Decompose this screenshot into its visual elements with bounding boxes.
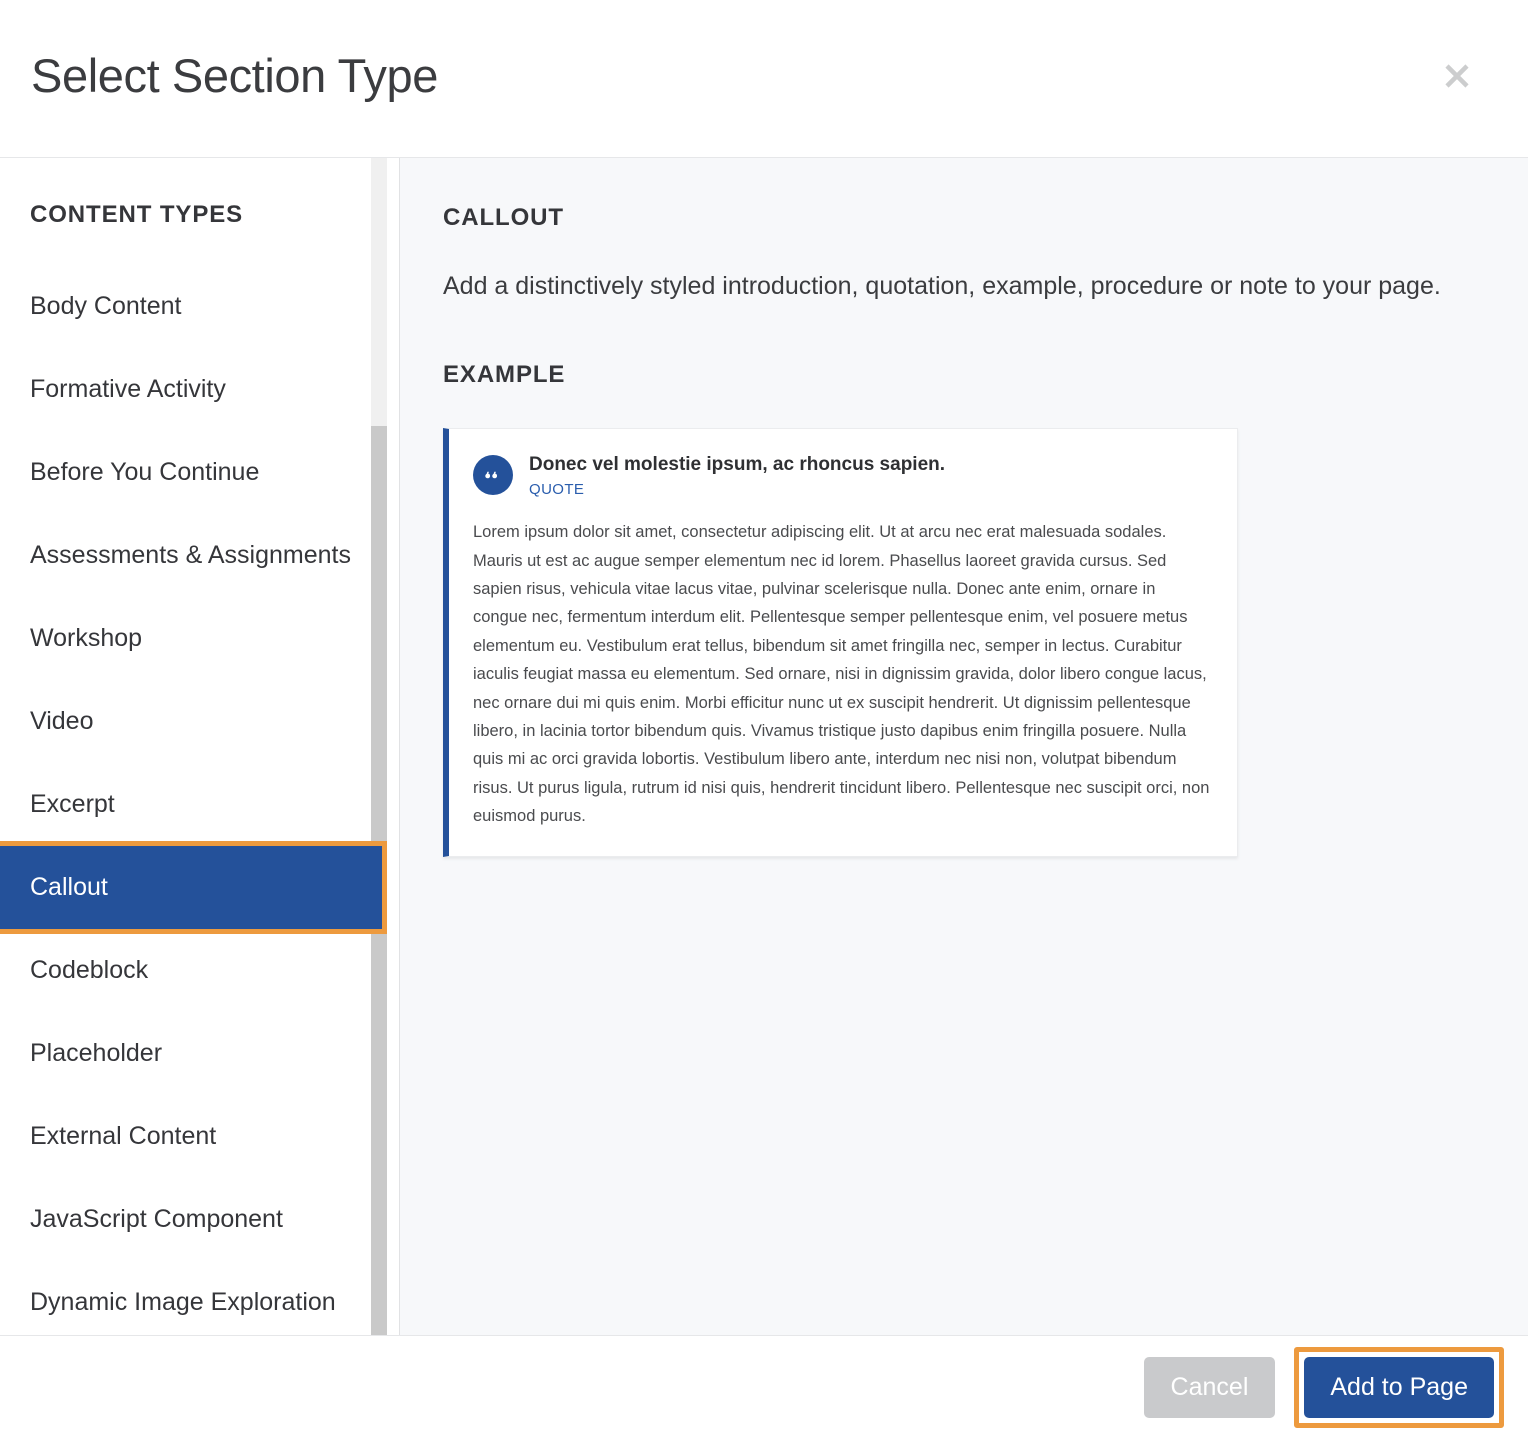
sidebar-item-body-content[interactable]: Body Content	[0, 265, 399, 348]
callout-card-header: Donec vel molestie ipsum, ac rhoncus sap…	[473, 451, 1211, 499]
callout-body-text: Lorem ipsum dolor sit amet, consectetur …	[473, 523, 1210, 825]
add-to-page-button[interactable]: Add to Page	[1304, 1356, 1494, 1418]
content-type-list: Body Content Formative Activity Before Y…	[0, 229, 399, 1335]
sidebar-item-placeholder[interactable]: Placeholder	[0, 1012, 399, 1095]
select-section-type-dialog: Select Section Type CONTENT TYPES Body C…	[0, 0, 1528, 1438]
sidebar-item-label: Before You Continue	[30, 458, 260, 486]
sidebar-item-label: External Content	[30, 1122, 217, 1150]
sidebar-item-label: Dynamic Image Exploration	[30, 1288, 336, 1316]
sidebar-item-label: Callout	[30, 873, 108, 901]
sidebar-item-excerpt[interactable]: Excerpt	[0, 763, 399, 846]
sidebar-item-callout[interactable]: Callout	[0, 841, 387, 934]
page-title: Select Section Type	[31, 48, 438, 102]
callout-card-titles: Donec vel molestie ipsum, ac rhoncus sap…	[529, 451, 945, 499]
sidebar-item-label: Body Content	[30, 292, 182, 320]
dialog-header: Select Section Type	[0, 0, 1528, 158]
dialog-body: CONTENT TYPES Body Content Formative Act…	[0, 158, 1528, 1336]
sidebar-item-label: Codeblock	[30, 956, 149, 984]
sidebar-item-javascript-component[interactable]: JavaScript Component	[0, 1178, 399, 1261]
sidebar-item-codeblock[interactable]: Codeblock	[0, 929, 399, 1012]
detail-description: Add a distinctively styled introduction,…	[443, 272, 1441, 300]
callout-example-card: Donec vel molestie ipsum, ac rhoncus sap…	[443, 427, 1238, 858]
detail-heading: CALLOUT	[443, 204, 564, 231]
callout-kicker: QUOTE	[529, 481, 585, 499]
example-heading: EXAMPLE	[443, 360, 566, 388]
sidebar-item-label: JavaScript Component	[30, 1205, 283, 1233]
sidebar-item-external-content[interactable]: External Content	[0, 1095, 399, 1178]
callout-title: Donec vel molestie ipsum, ac rhoncus sap…	[529, 453, 946, 475]
sidebar-item-label: Excerpt	[30, 790, 115, 818]
sidebar-item-assessments-assignments[interactable]: Assessments & Assignments	[0, 514, 399, 597]
section-type-detail-panel: CALLOUT Add a distinctively styled intro…	[400, 158, 1528, 1335]
sidebar-item-label: Formative Activity	[30, 375, 226, 403]
quote-icon-glyph	[485, 470, 498, 478]
sidebar-item-label: Video	[30, 707, 94, 735]
sidebar-item-workshop[interactable]: Workshop	[0, 597, 399, 680]
close-icon-glyph	[1445, 63, 1469, 88]
close-icon[interactable]	[1434, 53, 1480, 99]
sidebar-item-label: Assessments & Assignments	[30, 541, 351, 569]
content-types-sidebar: CONTENT TYPES Body Content Formative Act…	[0, 158, 400, 1335]
quote-icon	[473, 454, 513, 495]
cancel-button[interactable]: Cancel	[1143, 1356, 1276, 1418]
sidebar-item-label: Placeholder	[30, 1039, 163, 1067]
sidebar-item-label: Workshop	[30, 624, 143, 652]
add-to-page-highlight: Add to Page	[1294, 1346, 1504, 1428]
sidebar-item-before-you-continue[interactable]: Before You Continue	[0, 431, 399, 514]
dialog-footer: Cancel Add to Page	[0, 1336, 1528, 1438]
sidebar-item-formative-activity[interactable]: Formative Activity	[0, 348, 399, 431]
sidebar-heading: CONTENT TYPES	[30, 201, 244, 228]
sidebar-item-dynamic-image-exploration[interactable]: Dynamic Image Exploration	[0, 1261, 399, 1335]
sidebar-item-video[interactable]: Video	[0, 680, 399, 763]
